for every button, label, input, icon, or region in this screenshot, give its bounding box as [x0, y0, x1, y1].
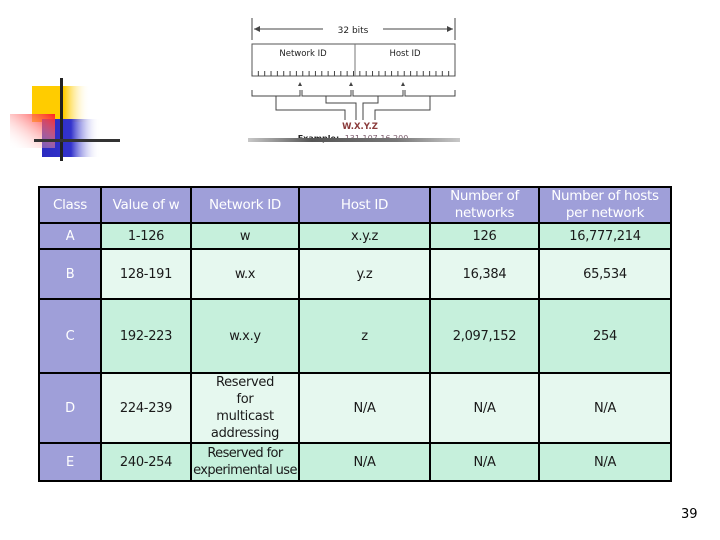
cell-value-of-w: 128-191: [100, 248, 192, 300]
cell-network-id: w.x: [190, 248, 300, 300]
cell-hosts: 254: [538, 298, 672, 374]
header-number-of-networks: Number of networks: [429, 186, 540, 224]
table-row: B 128-191 w.x y.z 16,384 65,534: [38, 248, 672, 300]
cell-value-of-w: 240-254: [100, 442, 192, 482]
cell-networks: 2,097,152: [429, 298, 540, 374]
cell-class: D: [38, 372, 102, 444]
cell-host-id: N/A: [298, 442, 431, 482]
ip-classes-table: Class Value of w Network ID Host ID Numb…: [38, 186, 672, 482]
cell-hosts: N/A: [538, 372, 672, 444]
cell-value-of-w: 1-126: [100, 222, 192, 250]
cell-networks: N/A: [429, 372, 540, 444]
table-row: D 224-239 Reserved for multicast address…: [38, 372, 672, 444]
cell-networks: 16,384: [429, 248, 540, 300]
network-id-label: Network ID: [279, 49, 327, 59]
cell-class: E: [38, 442, 102, 482]
header-host-id: Host ID: [298, 186, 431, 224]
table-row: A 1-126 w x.y.z 126 16,777,214: [38, 222, 672, 250]
diagram-divider: [248, 138, 460, 142]
table-row: C 192-223 w.x.y z 2,097,152 254: [38, 298, 672, 374]
cell-network-id: Reserved for experimental use: [190, 442, 300, 482]
cell-host-id: N/A: [298, 372, 431, 444]
slide-logo-decoration: [0, 40, 120, 170]
cell-host-id: x.y.z: [298, 222, 431, 250]
cell-class: B: [38, 248, 102, 300]
cell-hosts: N/A: [538, 442, 672, 482]
cell-value-of-w: 192-223: [100, 298, 192, 374]
octets-label: W.X.Y.Z: [342, 122, 378, 132]
cell-host-id: z: [298, 298, 431, 374]
cell-class: A: [38, 222, 102, 250]
cell-hosts: 16,777,214: [538, 222, 672, 250]
cell-networks: 126: [429, 222, 540, 250]
page-number: 39: [681, 507, 698, 522]
cell-value-of-w: 224-239: [100, 372, 192, 444]
cell-network-id: Reserved for multicast addressing: [190, 372, 300, 444]
header-network-id: Network ID: [190, 186, 300, 224]
table-row: E 240-254 Reserved for experimental use …: [38, 442, 672, 482]
bits-label: 32 bits: [338, 26, 369, 36]
ip-address-diagram: 32 bits Network ID Host ID W.X.Y.Z Examp…: [248, 14, 460, 144]
host-id-label: Host ID: [389, 49, 421, 59]
header-value-of-w: Value of w: [100, 186, 192, 224]
cell-network-id: w.x.y: [190, 298, 300, 374]
table-header-row: Class Value of w Network ID Host ID Numb…: [38, 186, 672, 224]
header-hosts-per-network: Number of hosts per network: [538, 186, 672, 224]
header-class: Class: [38, 186, 102, 224]
cell-hosts: 65,534: [538, 248, 672, 300]
cell-class: C: [38, 298, 102, 374]
cell-networks: N/A: [429, 442, 540, 482]
cell-host-id: y.z: [298, 248, 431, 300]
cell-network-id: w: [190, 222, 300, 250]
